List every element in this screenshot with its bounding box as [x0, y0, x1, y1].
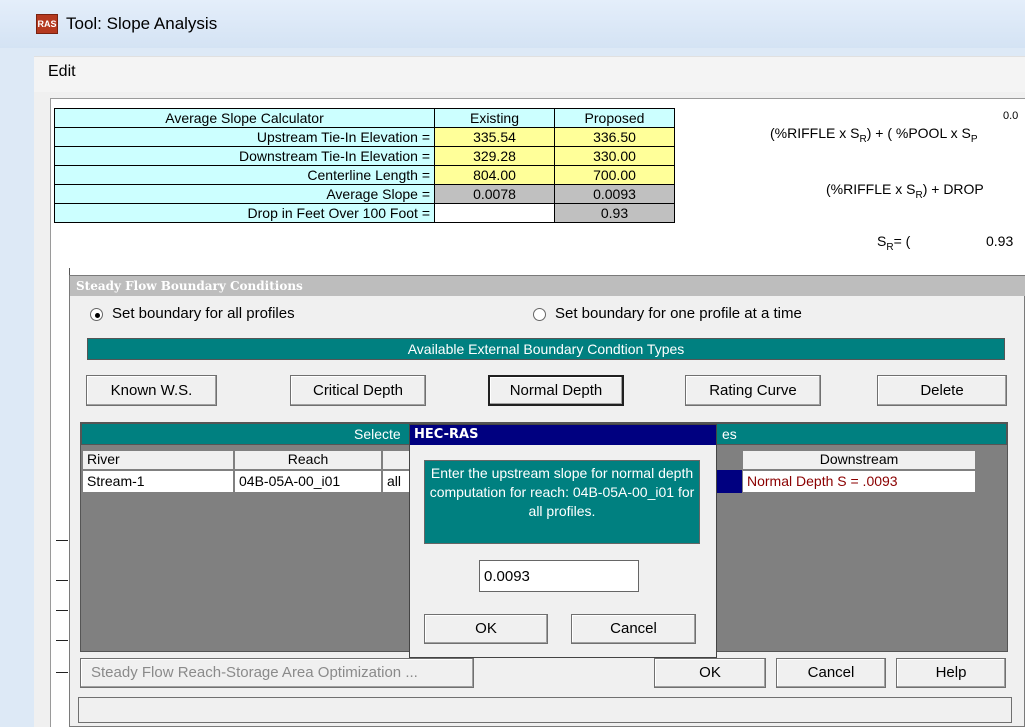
formula-line-2: (%RIFFLE x SR) + DROP [826, 181, 984, 201]
col-reach: Reach [234, 450, 382, 470]
hecras-title: HEC-RAS [414, 427, 479, 442]
strip-tick [56, 640, 68, 641]
radio-all-profiles[interactable] [90, 308, 103, 321]
radio-one-profile[interactable] [533, 308, 546, 321]
existing-cell[interactable]: 804.00 [434, 165, 555, 185]
existing-cell[interactable] [434, 203, 555, 223]
cell-profile[interactable]: all [382, 470, 412, 493]
strip-tick [56, 540, 68, 541]
col-downstream: Downstream [742, 450, 976, 470]
strip-tick [56, 610, 68, 611]
strip-tick [56, 580, 68, 581]
proposed-cell: 0.93 [554, 203, 675, 223]
row-label: Downstream Tie-In Elevation = [54, 146, 435, 166]
radio-all-profiles-label: Set boundary for all profiles [112, 305, 295, 322]
help-button[interactable]: Help [896, 658, 1006, 688]
calculator-row: Drop in Feet Over 100 Foot = 0.93 [54, 203, 675, 223]
window-title: Tool: Slope Analysis [66, 14, 218, 33]
calculator-title: Average Slope Calculator [54, 108, 435, 128]
subscript-p: P [970, 134, 978, 145]
subscript-r: R [886, 242, 894, 253]
formula-text: (%RIFFLE x S [826, 181, 916, 197]
existing-cell[interactable]: 335.54 [434, 127, 555, 147]
calculator-row: Centerline Length = 804.00 700.00 [54, 165, 675, 185]
calculator-row: Downstream Tie-In Elevation = 329.28 330… [54, 146, 675, 166]
boundary-types-header: Available External Boundary Condtion Typ… [87, 338, 1005, 360]
average-slope-calculator: Average Slope Calculator Existing Propos… [54, 108, 675, 223]
radio-one-profile-label: Set boundary for one profile at a time [555, 305, 802, 322]
proposed-cell: 0.0093 [554, 184, 675, 204]
calculator-row: Upstream Tie-In Elevation = 335.54 336.5… [54, 127, 675, 147]
formula-text: (%RIFFLE x S [770, 125, 860, 141]
menu-edit[interactable]: Edit [48, 63, 76, 81]
cancel-button[interactable]: Cancel [776, 658, 886, 688]
proposed-cell[interactable]: 330.00 [554, 146, 675, 166]
col-profile [382, 450, 412, 470]
status-bar [78, 697, 1012, 723]
subscript-r: R [915, 190, 923, 201]
menu-bar [34, 56, 1025, 92]
cell-downstream[interactable]: Normal Depth S = .0093 [742, 470, 976, 493]
selected-header-text: Selecte [354, 426, 401, 442]
formula-top-value: 0.0 [1003, 110, 1019, 122]
formula-text: ) + DROP [922, 181, 984, 197]
proposed-cell[interactable]: 336.50 [554, 127, 675, 147]
row-label: Centerline Length = [54, 165, 435, 185]
existing-cell: 0.0078 [434, 184, 555, 204]
col-existing: Existing [434, 108, 555, 128]
reach-storage-optimization-button[interactable]: Steady Flow Reach-Storage Area Optimizat… [80, 658, 474, 688]
col-river: River [82, 450, 234, 470]
formula-value: 0.93 [986, 233, 1014, 249]
formula-line-3: SR= ( [877, 233, 911, 253]
cell-reach[interactable]: 04B-05A-00_i01 [234, 470, 382, 493]
existing-cell[interactable]: 329.28 [434, 146, 555, 166]
formula-text: = ( [893, 233, 911, 249]
steady-flow-title: Steady Flow Boundary Conditions [76, 279, 303, 293]
app-icon: RAS [36, 14, 58, 34]
strip-tick [56, 672, 68, 673]
formula-line-1: (%RIFFLE x SR) + ( %POOL x SP [770, 125, 978, 145]
hecras-cancel-button[interactable]: Cancel [571, 614, 696, 644]
calculator-row: Average Slope = 0.0078 0.0093 [54, 184, 675, 204]
row-label: Drop in Feet Over 100 Foot = [54, 203, 435, 223]
formula-text: ) + ( %POOL x S [866, 125, 971, 141]
normal-depth-button[interactable]: Normal Depth [488, 375, 624, 406]
hecras-ok-button[interactable]: OK [424, 614, 548, 644]
proposed-cell[interactable]: 700.00 [554, 165, 675, 185]
formula-text: S [877, 233, 887, 249]
subscript-r: R [859, 134, 867, 145]
calculator-header-row: Average Slope Calculator Existing Propos… [54, 108, 675, 128]
delete-button[interactable]: Delete [877, 375, 1007, 406]
selected-cell-highlight [716, 470, 742, 493]
row-label: Upstream Tie-In Elevation = [54, 127, 435, 147]
critical-depth-button[interactable]: Critical Depth [290, 375, 426, 406]
rating-curve-button[interactable]: Rating Curve [685, 375, 821, 406]
ok-button[interactable]: OK [654, 658, 766, 688]
known-ws-button[interactable]: Known W.S. [86, 375, 217, 406]
selected-header-text-right: es [722, 426, 737, 442]
radio-selected-dot [95, 313, 100, 318]
row-label: Average Slope = [54, 184, 435, 204]
cell-river[interactable]: Stream-1 [82, 470, 234, 493]
col-proposed: Proposed [554, 108, 675, 128]
hecras-message: Enter the upstream slope for normal dept… [424, 460, 700, 544]
upstream-slope-input[interactable] [479, 560, 639, 592]
